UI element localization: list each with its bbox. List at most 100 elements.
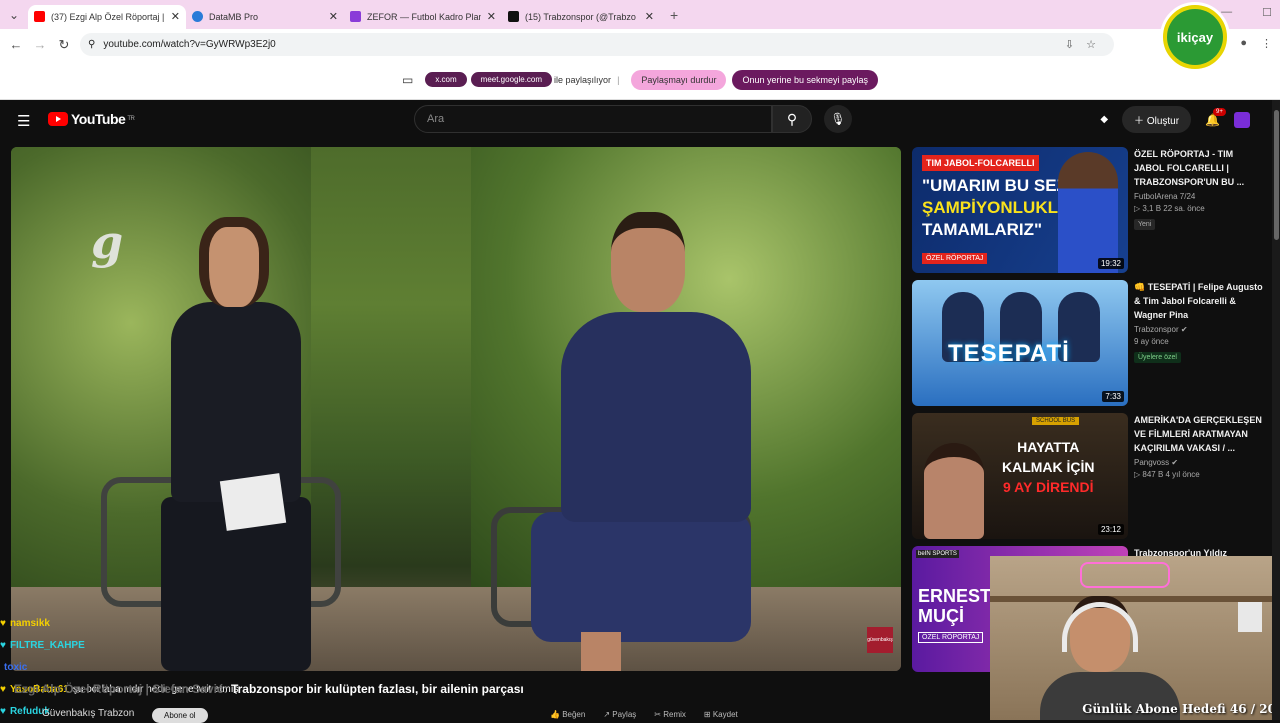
video-title-prefix: Ezgi Alp Özel Röportaj | Stefan Savić:: [14, 682, 228, 696]
remix-button[interactable]: ✂ Remix: [654, 710, 686, 719]
tab-zefor[interactable]: ZEFOR — Futbol Kadro Planlan ✕: [344, 5, 502, 29]
chat-line: ♥ FILTRE_KAHPE: [0, 634, 330, 656]
x-favicon-icon: [508, 11, 519, 22]
browser-tab-bar: ⌄ (37) Ezgi Alp Özel Röportaj | Ste ✕ Da…: [0, 0, 1280, 29]
thumb-headline: ERNEST MUÇİ: [918, 586, 992, 626]
close-tab-icon[interactable]: ✕: [645, 10, 654, 23]
close-tab-icon[interactable]: ✕: [171, 10, 180, 23]
jersey-frame: [1238, 602, 1262, 632]
tab-search-icon[interactable]: ⌄: [0, 0, 28, 29]
tab-title: ZEFOR — Futbol Kadro Planlan: [367, 11, 481, 22]
tab-youtube[interactable]: (37) Ezgi Alp Özel Röportaj | Ste ✕: [28, 4, 186, 29]
chat-user: toxic: [4, 661, 28, 673]
bookmark-star-icon[interactable]: ☆: [1086, 38, 1096, 51]
new-tab-icon[interactable]: +: [670, 7, 678, 23]
notes-paper: [219, 473, 287, 531]
stream-chat-overlay: ♥ namsikk ♥ FILTRE_KAHPE toxic ♥ YasoBaba61…: [0, 612, 330, 722]
youtube-favicon-icon: [34, 11, 45, 22]
youtube-header: ☰ YouTube TR Ara ⚲ 🎙 ◆ ＋ Oluştur 🔔 9+: [0, 100, 1280, 140]
search-button[interactable]: ⚲: [772, 105, 812, 133]
premium-icon[interactable]: ◆: [1100, 114, 1108, 125]
close-tab-icon[interactable]: ✕: [487, 10, 496, 23]
chat-user: namsikk: [9, 617, 50, 629]
recommendation-title[interactable]: ÖZEL RÖPORTAJ - TIM JABOL FOLCARELLI | T…: [1134, 147, 1264, 189]
recommendation-channel[interactable]: Pangvoss ✔: [1134, 458, 1264, 467]
screen-share-icon: ▭: [401, 72, 414, 87]
share-this-tab-button[interactable]: Onun yerine bu sekmeyi paylaş: [732, 69, 879, 90]
new-badge: Yeni: [1134, 219, 1156, 230]
like-label: Beğen: [562, 710, 586, 719]
remix-label: Remix: [663, 710, 686, 719]
sponsor-logo-text: ikiçay: [1167, 9, 1223, 65]
subscriber-goal-text: Günlük Abone Hedefi 46 / 20: [1082, 702, 1276, 716]
video-player[interactable]: g güvenbakış: [11, 147, 901, 671]
channel-corner-watermark: güvenbakış: [867, 627, 893, 653]
youtube-logo[interactable]: YouTube TR: [48, 111, 135, 127]
omnibox[interactable]: ⚲ youtube.com/watch?v=GyWRWp3E2j0 ⇩ ☆: [80, 33, 1114, 56]
like-button[interactable]: 👍 Beğen: [550, 710, 585, 719]
window-controls: — ☐: [1221, 6, 1272, 19]
recommendation-item[interactable]: TIM JABOL-FOLCARELLI "UMARIM BU SEZONU Ş…: [912, 147, 1272, 273]
page-scrollbar[interactable]: [1272, 100, 1280, 720]
video-thumbnail[interactable]: TIM JABOL-FOLCARELLI "UMARIM BU SEZONU Ş…: [912, 147, 1128, 273]
logo-region: TR: [127, 116, 135, 122]
site-info-icon[interactable]: ⚲: [88, 39, 95, 50]
share-label: Paylaş: [612, 710, 637, 719]
members-only-badge: Üyelere özel: [1134, 352, 1181, 363]
sharing-text: ile paylaşılıyor: [554, 74, 612, 85]
save-button[interactable]: ⊞ Kaydet: [704, 710, 738, 719]
account-avatar[interactable]: [1234, 111, 1250, 128]
recommendation-item[interactable]: TESEPATİ 7:33 👊 TESEPATİ | Felipe August…: [912, 280, 1272, 406]
video-duration: 19:32: [1097, 258, 1124, 269]
hamburger-menu-icon[interactable]: ☰: [17, 112, 30, 130]
profile-icon[interactable]: ●: [1240, 37, 1247, 50]
thumb-headline: HAYATTA KALMAK İÇİN 9 AY DİRENDİ: [1002, 439, 1095, 495]
youtube-play-icon: [48, 112, 68, 126]
notification-badge: 9+: [1213, 107, 1226, 116]
install-icon[interactable]: ⇩: [1065, 38, 1074, 51]
neon-sign: [1080, 562, 1170, 588]
video-duration: 23:12: [1097, 524, 1124, 535]
forward-icon[interactable]: →: [28, 37, 52, 52]
save-label: Kaydet: [712, 710, 738, 719]
verified-icon: ✔: [1180, 325, 1188, 334]
subscribe-button[interactable]: Abone ol: [152, 708, 208, 723]
maximize-icon[interactable]: ☐: [1262, 6, 1272, 19]
recommendation-channel[interactable]: Trabzonspor ✔: [1134, 325, 1264, 334]
thumb-sub: ÖZEL RÖPORTAJ: [922, 253, 988, 264]
header-actions: ◆ ＋ Oluştur 🔔 9+: [1100, 106, 1250, 133]
video-thumbnail[interactable]: SCHOOL BUS HAYATTA KALMAK İÇİN 9 AY DİRE…: [912, 413, 1128, 539]
share-button[interactable]: ↗ Paylaş: [603, 710, 636, 719]
menu-kebab-icon[interactable]: ⋮: [1261, 37, 1272, 50]
tab-x-trabzonspor[interactable]: (15) Trabzonspor (@Trabzo ✕: [502, 5, 660, 29]
chat-user-icon: ♥: [0, 617, 6, 629]
shared-to-pill: meet.google.com: [470, 72, 553, 87]
tab-datamb[interactable]: DataMB Pro ✕: [186, 5, 344, 29]
create-button[interactable]: ＋ Oluştur: [1122, 106, 1192, 133]
scrollbar-thumb[interactable]: [1274, 110, 1279, 240]
close-tab-icon[interactable]: ✕: [329, 10, 338, 23]
back-icon[interactable]: ←: [4, 37, 28, 52]
recommendation-channel[interactable]: FutbolArena 7/24: [1134, 192, 1264, 201]
voice-search-button[interactable]: 🎙: [824, 105, 852, 133]
recommendation-title[interactable]: 👊 TESEPATİ | Felipe Augusto & Tim Jabol …: [1134, 280, 1264, 322]
chat-user-icon: ♥: [0, 683, 6, 695]
recommendation-meta: ▷ 847 B 4 yıl önce: [1134, 470, 1200, 479]
streamer-webcam-overlay: Günlük Abone Hedefi 46 / 20: [990, 556, 1280, 720]
recommendation-item[interactable]: SCHOOL BUS HAYATTA KALMAK İÇİN 9 AY DİRE…: [912, 413, 1272, 539]
reload-icon[interactable]: ↻: [52, 37, 76, 53]
channel-name[interactable]: Güvenbakış Trabzon: [42, 708, 134, 719]
chat-line: ♥ namsikk: [0, 612, 330, 634]
notifications-button[interactable]: 🔔 9+: [1205, 107, 1226, 127]
interviewer-figure: [151, 207, 321, 671]
video-thumbnail[interactable]: TESEPATİ 7:33: [912, 280, 1128, 406]
thumb-sign: SCHOOL BUS: [1032, 417, 1080, 425]
thumb-person: [924, 443, 984, 539]
search-input[interactable]: Ara: [414, 105, 772, 133]
video-actions: 👍 Beğen ↗ Paylaş ✂ Remix ⊞ Kaydet: [550, 710, 738, 719]
thumb-sub: ÖZEL RÖPORTAJ: [918, 632, 984, 643]
thumb-label: beIN SPORTS: [916, 550, 959, 558]
recommendation-title[interactable]: AMERİKA'DA GERÇEKLEŞEN VE FİLMLERİ ARATM…: [1134, 413, 1264, 455]
thumb-tag: TIM JABOL-FOLCARELLI: [922, 155, 1039, 171]
stop-sharing-button[interactable]: Paylaşmayı durdur: [631, 69, 727, 90]
